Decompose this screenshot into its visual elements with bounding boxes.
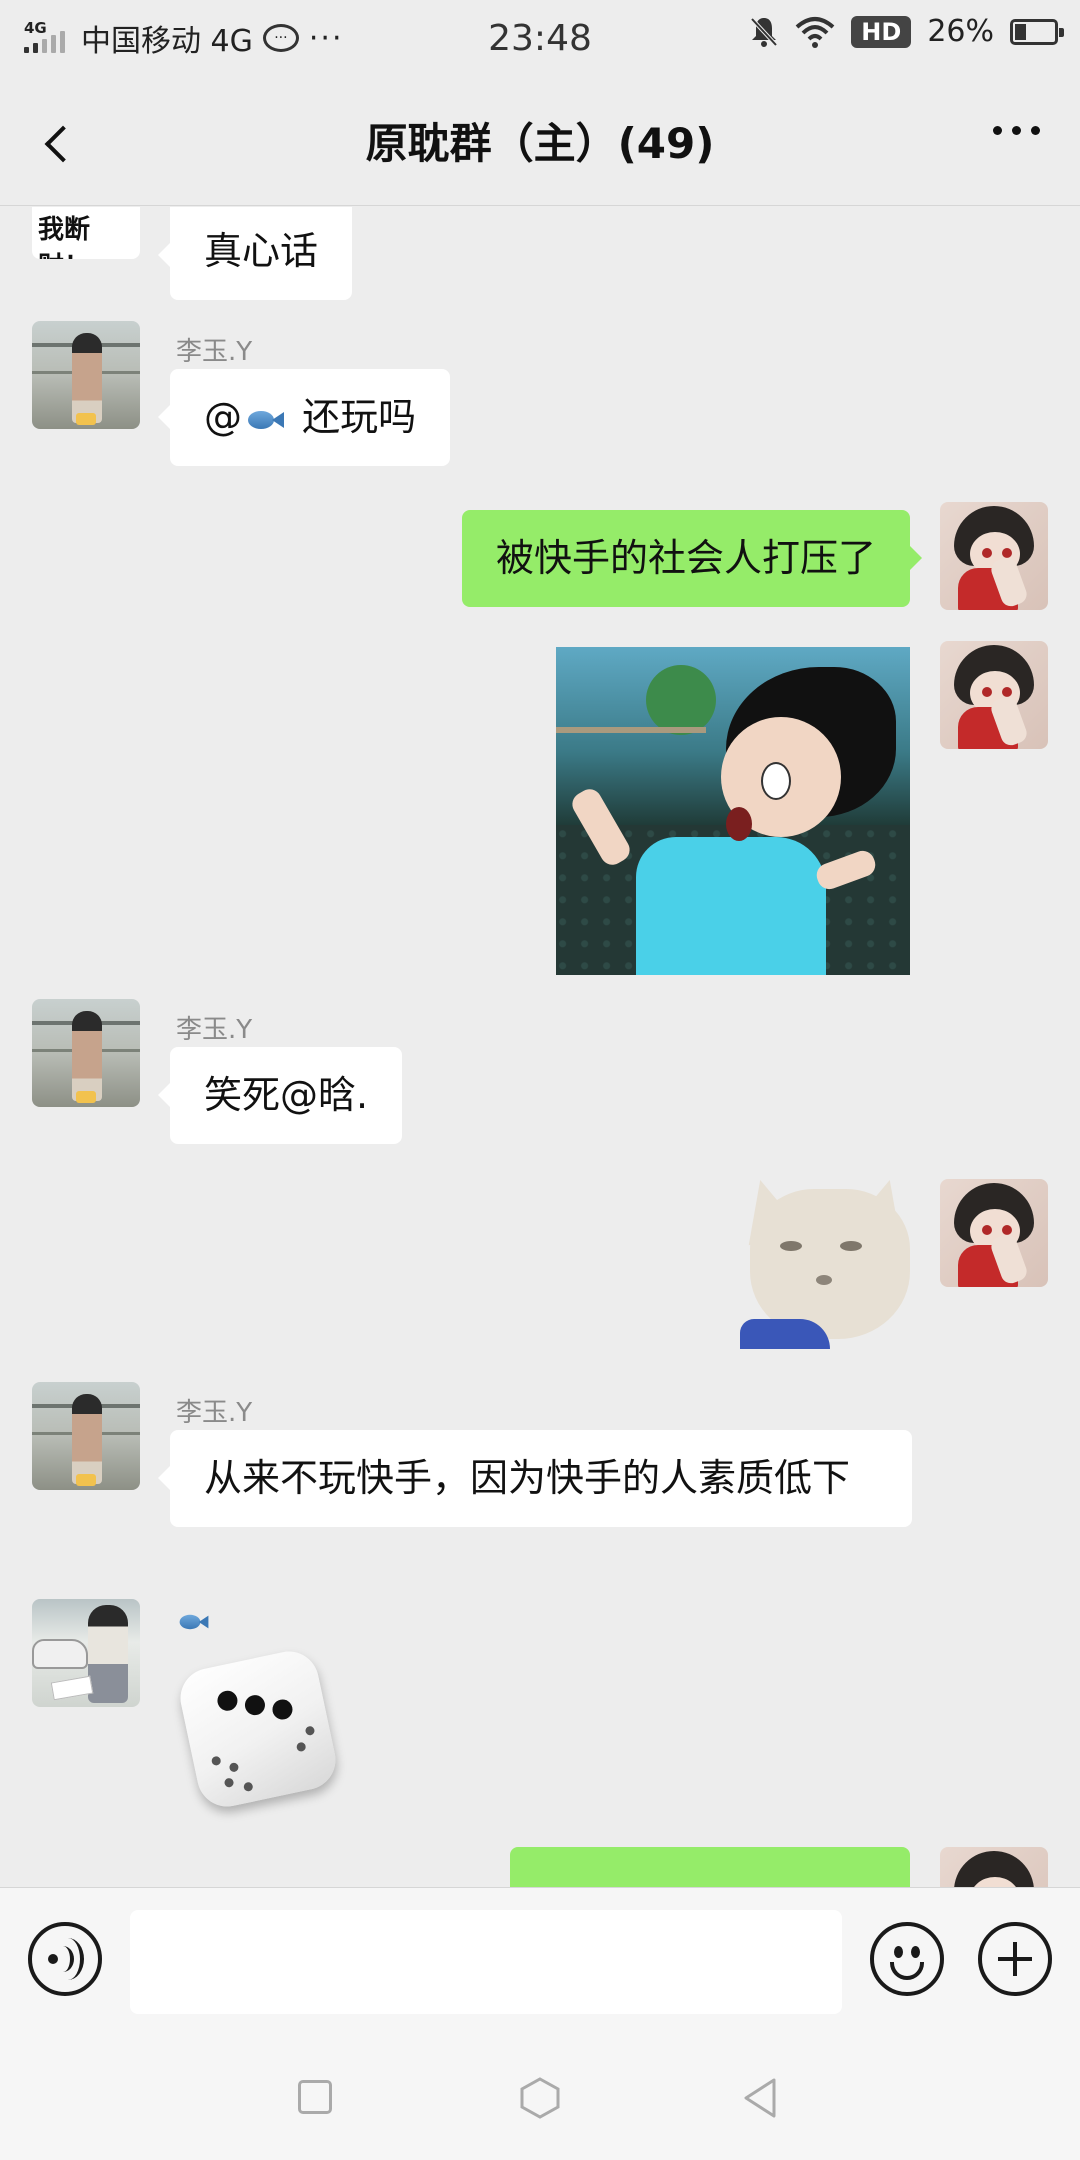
wifi-icon bbox=[795, 16, 835, 48]
sender-name: 李玉.Y bbox=[176, 1015, 253, 1045]
message-text: 被快手的社会人打压了 bbox=[495, 536, 876, 580]
recent-apps-button[interactable] bbox=[298, 2080, 332, 2114]
fish-emoji-icon bbox=[179, 1613, 209, 1631]
message-text: 从来不玩快手，因为快手的人素质低下 bbox=[204, 1456, 851, 1500]
system-navigation-bar bbox=[0, 2032, 1080, 2160]
avatar[interactable] bbox=[32, 999, 140, 1107]
avatar[interactable] bbox=[32, 1382, 140, 1490]
message-row: 李玉.Y 从来不玩快手，因为快手的人素质低下 bbox=[0, 1382, 1080, 1582]
message-bubble[interactable]: 真心话 bbox=[157, 207, 353, 301]
battery-icon bbox=[1010, 18, 1064, 45]
message-bubble[interactable]: @ 还玩吗 bbox=[157, 369, 451, 467]
avatar[interactable] bbox=[940, 641, 1048, 749]
avatar[interactable] bbox=[32, 1599, 140, 1707]
system-back-button[interactable] bbox=[740, 2076, 780, 2120]
sender-name bbox=[176, 1611, 212, 1633]
message-row bbox=[0, 1179, 1080, 1359]
input-bar bbox=[0, 1887, 1080, 2032]
battery-percent: 26% bbox=[927, 14, 994, 49]
status-bar: 4G 中国移动 4G ··· ··· 23:48 HD 26% bbox=[0, 0, 1080, 76]
avatar[interactable] bbox=[940, 502, 1048, 610]
chat-message-list[interactable]: 我断财！ 真心话 李玉.Y @ 还玩吗 被快手的社会人打压了 李玉.Y 笑 bbox=[0, 207, 1080, 1887]
home-button[interactable] bbox=[518, 2076, 562, 2120]
message-bubble[interactable]: 被快手的社会人打压了 bbox=[461, 510, 923, 608]
message-bubble[interactable]: 从来不玩快手，因为快手的人素质低下 bbox=[158, 1430, 912, 1528]
fish-emoji-icon bbox=[248, 409, 284, 431]
message-text-prefix: @ bbox=[204, 395, 242, 439]
message-row: 李玉.Y @ 还玩吗 bbox=[0, 321, 1080, 471]
emoji-button[interactable] bbox=[870, 1922, 944, 1996]
mute-bell-icon bbox=[750, 17, 778, 47]
message-input[interactable] bbox=[130, 1910, 842, 2014]
avatar[interactable] bbox=[940, 1179, 1048, 1287]
message-row: 被快手的社会人打压了 bbox=[0, 502, 1080, 622]
message-text: 笑死@晗. bbox=[204, 1073, 369, 1117]
message-row bbox=[0, 641, 1080, 981]
status-right: HD 26% bbox=[749, 14, 1064, 49]
cat-sticker[interactable] bbox=[740, 1179, 910, 1349]
battery-fill bbox=[1015, 23, 1026, 40]
chevron-left-icon bbox=[44, 125, 82, 163]
cartoon-boy-sticker[interactable] bbox=[556, 647, 910, 975]
sender-name: 李玉.Y bbox=[176, 1398, 253, 1428]
chat-title: 原耽群（主）(49) bbox=[365, 119, 715, 168]
message-row: 我断财！ 真心话 bbox=[0, 207, 1080, 301]
back-button[interactable] bbox=[30, 116, 86, 172]
partial-text: 我断财！ bbox=[38, 215, 91, 259]
chat-header: 原耽群（主）(49) bbox=[0, 76, 1080, 206]
voice-input-button[interactable] bbox=[28, 1922, 102, 1996]
partial-bubble[interactable]: 我断财！ bbox=[32, 207, 140, 259]
avatar[interactable] bbox=[940, 1847, 1048, 1887]
message-bubble[interactable] bbox=[510, 1847, 910, 1887]
message-bubble[interactable]: 笑死@晗. bbox=[157, 1047, 403, 1145]
dice-icon bbox=[174, 1645, 342, 1813]
message-row: 李玉.Y 笑死@晗. bbox=[0, 999, 1080, 1149]
dice-roll[interactable] bbox=[174, 1645, 342, 1813]
message-row bbox=[0, 1847, 1080, 1887]
more-options-button[interactable] bbox=[993, 126, 1040, 135]
more-actions-button[interactable] bbox=[978, 1922, 1052, 1996]
sender-name: 李玉.Y bbox=[176, 337, 253, 367]
message-text: 真心话 bbox=[204, 229, 319, 273]
message-text-suffix: 还玩吗 bbox=[302, 395, 417, 439]
hd-badge: HD bbox=[851, 15, 912, 48]
message-row bbox=[0, 1599, 1080, 1819]
avatar[interactable] bbox=[32, 321, 140, 429]
